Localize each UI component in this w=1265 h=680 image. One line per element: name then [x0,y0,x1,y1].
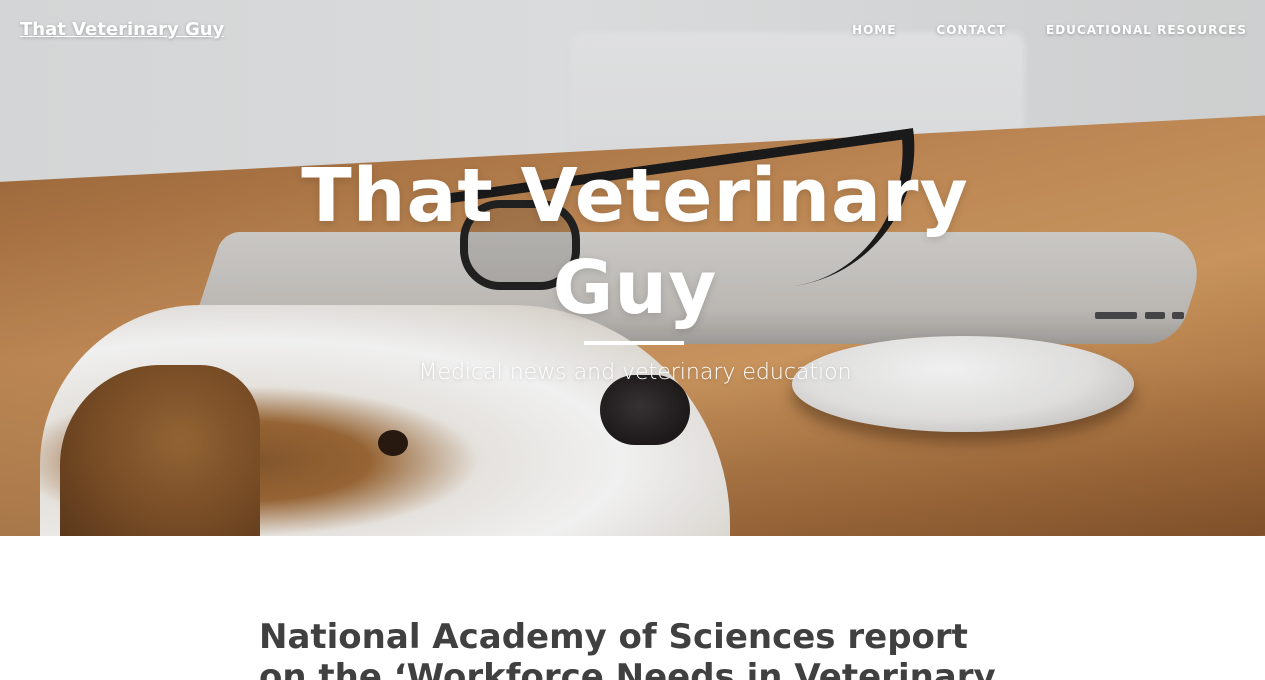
hero-title: That Veterinary Guy [301,153,969,331]
hero-header: That Veterinary Guy HOME CONTACT EDUCATI… [0,0,1265,536]
main-nav: HOME CONTACT EDUCATIONAL RESOURCES [852,23,1247,37]
site-brand-link[interactable]: That Veterinary Guy [20,19,224,40]
post-title-link[interactable]: National Academy of Sciences report on t… [259,617,1019,680]
hero-divider [584,341,684,345]
nav-item-educational-resources[interactable]: EDUCATIONAL RESOURCES [1046,23,1247,37]
nav-item-contact[interactable]: CONTACT [936,23,1006,37]
hero-subtitle: Medical news and veterinary education [418,360,852,385]
nav-item-home[interactable]: HOME [852,23,896,37]
